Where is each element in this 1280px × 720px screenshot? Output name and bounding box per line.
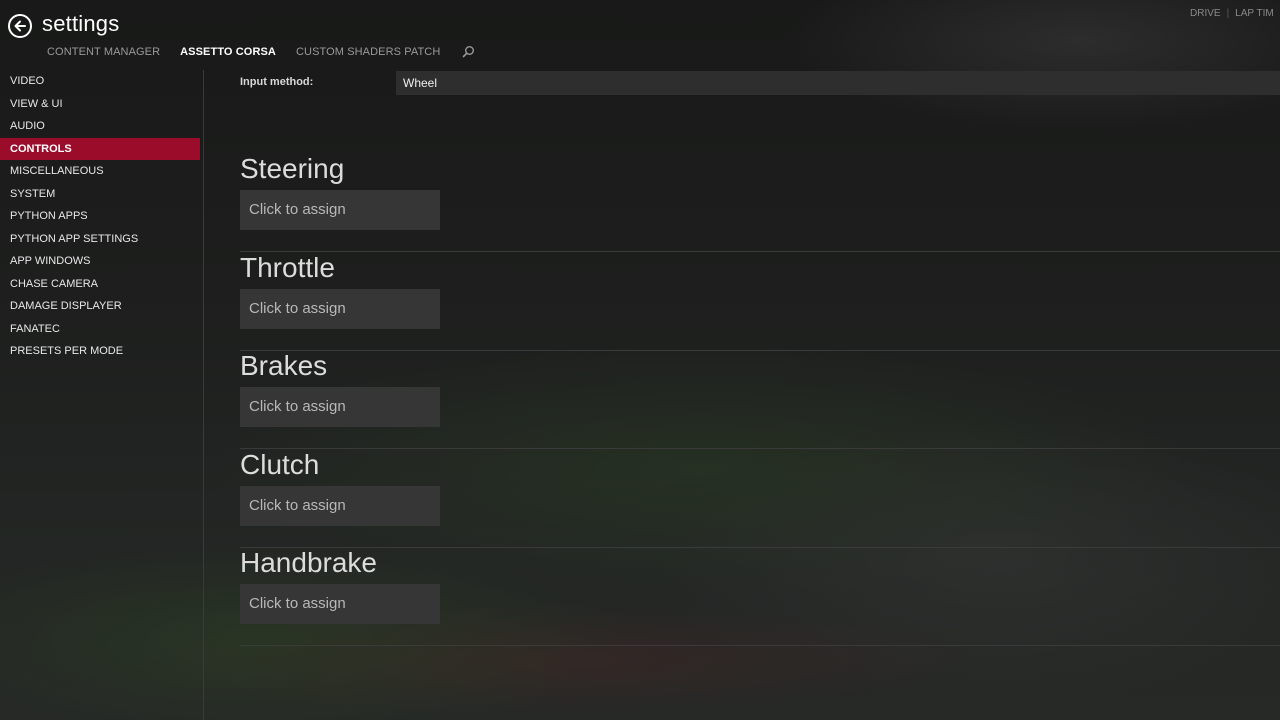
input-method-label: Input method: (240, 76, 314, 88)
throttle-section: Throttle Click to assign (240, 252, 1280, 351)
sidebar-item-python-apps[interactable]: PYTHON APPS (0, 205, 200, 228)
top-right-nav: DRIVE | LAP TIM (1190, 8, 1280, 19)
drive-link[interactable]: DRIVE (1190, 8, 1221, 19)
handbrake-title: Handbrake (240, 547, 377, 578)
sidebar-item-presets-per-mode[interactable]: PRESETS PER MODE (0, 340, 200, 363)
page-title: settings (42, 11, 120, 36)
search-icon[interactable] (462, 45, 475, 58)
throttle-title: Throttle (240, 252, 335, 283)
lap-times-link[interactable]: LAP TIM (1235, 8, 1274, 19)
handbrake-assign-button[interactable]: Click to assign (240, 584, 440, 624)
brakes-assign-button[interactable]: Click to assign (240, 387, 440, 427)
back-arrow-icon (14, 20, 26, 32)
sidebar-item-miscellaneous[interactable]: MISCELLANEOUS (0, 160, 200, 183)
nav-separator: | (1226, 8, 1230, 19)
steering-section: Steering Click to assign (240, 153, 1280, 252)
back-button[interactable] (8, 14, 32, 38)
sidebar-item-video[interactable]: VIDEO (0, 70, 200, 93)
sidebar-item-view-ui[interactable]: VIEW & UI (0, 93, 200, 116)
clutch-title: Clutch (240, 449, 320, 480)
tab-custom-shaders-patch[interactable]: CUSTOM SHADERS PATCH (296, 46, 440, 58)
sidebar-divider (203, 70, 204, 720)
settings-sidebar: VIDEO VIEW & UI AUDIO CONTROLS MISCELLAN… (0, 70, 200, 363)
input-method-row: Input method: Wheel (240, 70, 1280, 98)
steering-assign-button[interactable]: Click to assign (240, 190, 440, 230)
clutch-section: Clutch Click to assign (240, 449, 1280, 548)
input-method-select[interactable]: Wheel (396, 71, 1280, 95)
sidebar-item-damage-displayer[interactable]: DAMAGE DISPLAYER (0, 295, 200, 318)
brakes-title: Brakes (240, 350, 328, 381)
brakes-section: Brakes Click to assign (240, 350, 1280, 449)
sidebar-item-fanatec[interactable]: FANATEC (0, 318, 200, 341)
handbrake-section: Handbrake Click to assign (240, 547, 1280, 646)
sidebar-item-system[interactable]: SYSTEM (0, 183, 200, 206)
title-bar: settings CONTENT MANAGER ASSETTO CORSA C… (0, 0, 1280, 66)
tab-assetto-corsa[interactable]: ASSETTO CORSA (180, 46, 276, 58)
sidebar-item-audio[interactable]: AUDIO (0, 115, 200, 138)
sidebar-item-python-app-settings[interactable]: PYTHON APP SETTINGS (0, 228, 200, 251)
sidebar-item-app-windows[interactable]: APP WINDOWS (0, 250, 200, 273)
steering-title: Steering (240, 153, 345, 184)
throttle-assign-button[interactable]: Click to assign (240, 289, 440, 329)
top-tabs: CONTENT MANAGER ASSETTO CORSA CUSTOM SHA… (47, 45, 475, 58)
sidebar-item-controls[interactable]: CONTROLS (0, 137, 200, 160)
controls-panel: Input method: Wheel Steering Click to as… (240, 70, 1280, 646)
tab-content-manager[interactable]: CONTENT MANAGER (47, 46, 160, 58)
clutch-assign-button[interactable]: Click to assign (240, 486, 440, 526)
sidebar-item-chase-camera[interactable]: CHASE CAMERA (0, 273, 200, 296)
